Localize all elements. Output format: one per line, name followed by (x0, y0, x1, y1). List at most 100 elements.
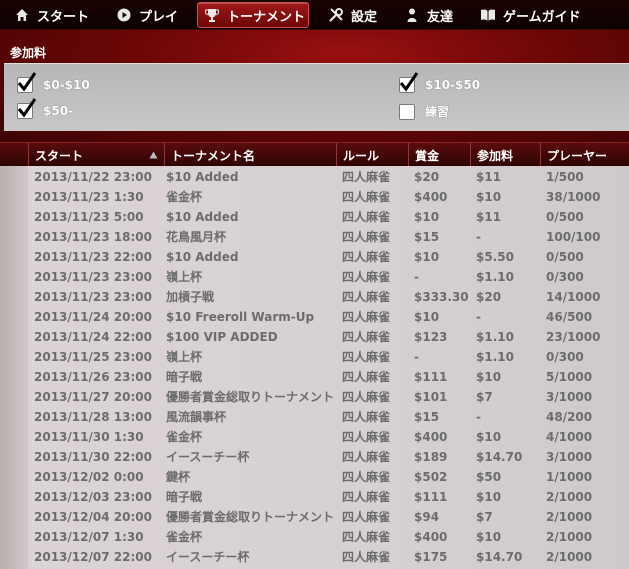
nav-settings[interactable]: 設定 (328, 2, 377, 28)
table-row[interactable]: 2013/11/23 5:00 $10 Added 四人麻雀 $10 $11 0/500 (0, 207, 629, 227)
table-row[interactable]: 2013/12/03 23:00 暗子戦 四人麻雀 $111 $10 2/1000 (0, 487, 629, 507)
table-cell: $20 (476, 290, 502, 304)
table-row[interactable]: 2013/12/07 22:00 イースーチー杯 四人麻雀 $175 $14.70 2/1… (0, 547, 629, 567)
column-header-prize[interactable]: 賞金 (408, 143, 470, 167)
table-cell: 2013/11/23 22:00 (34, 250, 152, 264)
table-cell: 鍵杯 (166, 470, 191, 484)
nav-game-guide[interactable]: ゲームガイド (480, 2, 581, 28)
table-row[interactable]: 2013/11/26 23:00 暗子戦 四人麻雀 $111 $10 5/1000 (0, 367, 629, 387)
nav-play[interactable]: プレイ (116, 2, 178, 28)
filter-10-50[interactable]: $10-$50 (399, 72, 481, 93)
table-cell: 2013/11/23 5:00 (34, 210, 144, 224)
table-cell: 2013/11/26 23:00 (34, 370, 152, 384)
sort-ascending-icon (149, 151, 158, 159)
trophy-icon (204, 7, 220, 23)
table-cell: 四人麻雀 (342, 330, 391, 344)
table-cell: $10 Added (166, 250, 239, 264)
table-cell: 2013/11/22 23:00 (34, 170, 152, 184)
nav-tournament-label: トーナメント (227, 9, 306, 25)
table-cell: 2013/11/23 18:00 (34, 230, 152, 244)
nav-friends-label: 友達 (427, 9, 454, 25)
table-cell: 四人麻雀 (342, 290, 391, 304)
table-row[interactable]: 2013/11/23 23:00 嶺上杯 四人麻雀 - $1.10 0/300 (0, 267, 629, 287)
table-row[interactable]: 2013/11/30 22:00 イースーチー杯 四人麻雀 $189 $14.70 3/1… (0, 447, 629, 467)
table-row[interactable]: 2013/11/24 22:00 $100 VIP ADDED 四人麻雀 $123 $1… (0, 327, 629, 347)
table-row[interactable]: 2013/11/30 1:30 雀金杯 四人麻雀 $400 $10 4/1000 (0, 427, 629, 447)
table-cell: 四人麻雀 (342, 350, 391, 364)
table-cell: 花鳥風月杯 (166, 230, 227, 244)
table-cell: $111 (414, 490, 448, 504)
table-cell: 四人麻雀 (342, 310, 391, 324)
table-cell: 四人麻雀 (342, 490, 391, 504)
table-cell: 2013/12/07 22:00 (34, 550, 152, 564)
table-cell: 優勝者賞金総取りトーナメント (166, 390, 335, 404)
table-cell: 四人麻雀 (342, 250, 391, 264)
table-cell: 加槓子戦 (166, 290, 215, 304)
table-cell: 四人麻雀 (342, 370, 391, 384)
table-cell: 100/100 (546, 230, 601, 244)
filter-50-plus[interactable]: $50- (17, 98, 74, 119)
column-header-fee[interactable]: 参加料 (470, 143, 540, 167)
nav-friends[interactable]: 友達 (404, 2, 453, 28)
filter-practice-checkbox[interactable] (399, 103, 415, 120)
filter-0-10-checkbox[interactable] (17, 72, 37, 93)
column-header-start[interactable]: スタート (28, 143, 164, 167)
column-header-rule[interactable]: ルール (336, 143, 408, 167)
filter-10-50-label: $10-$50 (425, 78, 481, 92)
table-cell: $50 (476, 470, 502, 484)
table-cell: 38/1000 (546, 190, 601, 204)
table-row[interactable]: 2013/11/22 23:00 $10 Added 四人麻雀 $20 $11 1/500 (0, 167, 629, 187)
table-cell: 23/1000 (546, 330, 601, 344)
table-cell: 四人麻雀 (342, 410, 391, 424)
nav-settings-label: 設定 (351, 9, 378, 25)
table-cell: 5/1000 (546, 370, 593, 384)
table-cell: $11 (476, 170, 502, 184)
table-row[interactable]: 2013/11/24 20:00 $10 Freeroll Warm-Up 四人麻雀… (0, 307, 629, 327)
table-row[interactable]: 2013/12/04 20:00 優勝者賞金総取りトーナメント 四人麻雀 $94 $7 2… (0, 507, 629, 527)
table-cell: $10 (414, 310, 440, 324)
table-cell: 嶺上杯 (166, 270, 203, 284)
table-cell: 2013/11/24 20:00 (34, 310, 152, 324)
table-row[interactable]: 2013/12/02 0:00 鍵杯 四人麻雀 $502 $50 1/1000 (0, 467, 629, 487)
table-cell: 四人麻雀 (342, 510, 391, 524)
table-cell: 3/1000 (546, 450, 593, 464)
table-row[interactable]: 2013/11/25 23:00 嶺上杯 四人麻雀 - $1.10 0/300 (0, 347, 629, 367)
filter-practice[interactable]: 練習 (399, 103, 449, 120)
table-cell: $10 (414, 250, 440, 264)
table-row[interactable]: 2013/11/27 20:00 優勝者賞金総取りトーナメント 四人麻雀 $101 $7… (0, 387, 629, 407)
table-cell: 四人麻雀 (342, 270, 391, 284)
table-row[interactable]: 2013/11/23 1:30 雀金杯 四人麻雀 $400 $10 38/1000 (0, 187, 629, 207)
table-cell: 2/1000 (546, 490, 593, 504)
table-row[interactable]: 2013/11/28 13:00 風流韻事杯 四人麻雀 $15 - 48/200 (0, 407, 629, 427)
table-cell: 0/300 (546, 350, 584, 364)
table-cell: 2013/11/23 23:00 (34, 290, 152, 304)
filter-50-plus-checkbox[interactable] (17, 98, 37, 119)
table-cell: $10 (476, 530, 502, 544)
nav-start[interactable]: スタート (14, 2, 89, 28)
table-row[interactable]: 2013/11/23 22:00 $10 Added 四人麻雀 $10 $5.50 0/5… (0, 247, 629, 267)
table-cell: 雀金杯 (166, 530, 203, 544)
table-cell: $7 (476, 510, 493, 524)
table-cell: 雀金杯 (166, 430, 203, 444)
table-cell: $502 (414, 470, 448, 484)
filter-0-10[interactable]: $0-$10 (17, 72, 90, 93)
filter-50-plus-label: $50- (43, 104, 74, 118)
filter-10-50-checkbox[interactable] (399, 72, 419, 93)
table-cell: 0/500 (546, 210, 584, 224)
table-cell: $5.50 (476, 250, 514, 264)
column-header-players[interactable]: プレーヤー (540, 143, 629, 167)
table-cell: 0/300 (546, 270, 584, 284)
table-cell: 2013/11/30 1:30 (34, 430, 144, 444)
column-header-name[interactable]: トーナメント名 (164, 143, 336, 167)
table-row[interactable]: 2013/12/07 1:30 雀金杯 四人麻雀 $400 $10 2/1000 (0, 527, 629, 547)
table-row[interactable]: 2013/11/23 18:00 花鳥風月杯 四人麻雀 $15 - 100/100 (0, 227, 629, 247)
table-cell: $111 (414, 370, 448, 384)
table-cell: $10 Freeroll Warm-Up (166, 310, 315, 324)
nav-tournament[interactable]: トーナメント (197, 2, 309, 28)
table-cell: 嶺上杯 (166, 350, 203, 364)
table-cell: イースーチー杯 (166, 550, 250, 564)
table-row[interactable]: 2013/11/23 23:00 加槓子戦 四人麻雀 $333.30 $20 14/100… (0, 287, 629, 307)
table-cell: 2/1000 (546, 550, 593, 564)
table-cell: 2013/11/28 13:00 (34, 410, 152, 424)
table-cell: 2013/11/23 1:30 (34, 190, 144, 204)
